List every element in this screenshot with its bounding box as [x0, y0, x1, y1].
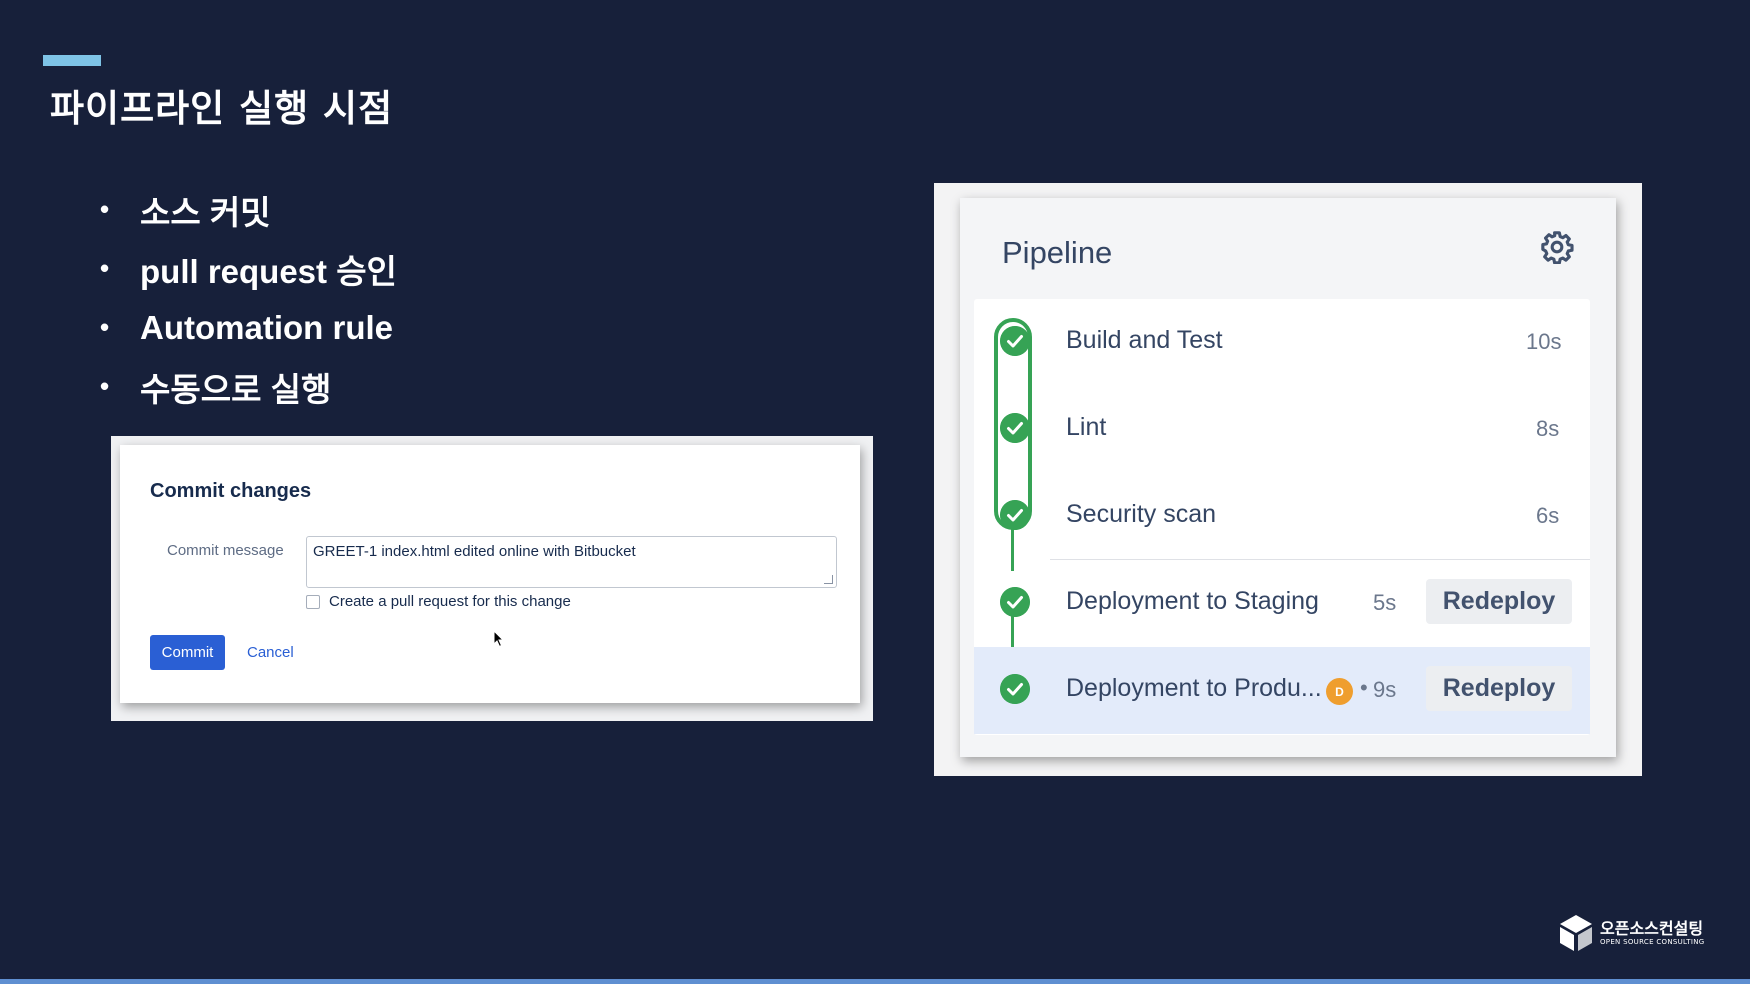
logo-name-korean: 오픈소스컨설팅 [1600, 918, 1704, 938]
pull-request-checkbox[interactable] [306, 594, 320, 609]
bottom-accent-strip [0, 979, 1750, 984]
pipeline-step[interactable]: Deployment to Produ... D • 9s Redeploy [974, 647, 1590, 734]
step-duration: 8s [1536, 416, 1560, 441]
step-duration: 5s [1373, 590, 1397, 615]
mouse-cursor-icon [493, 630, 505, 648]
pipeline-step[interactable]: Security scan 6s [974, 473, 1590, 560]
commit-dialog-title: Commit changes [150, 480, 312, 502]
company-logo: 오픈소스컨설팅 OPEN SOURCE CONSULTING [1557, 913, 1704, 953]
pull-request-option[interactable]: Create a pull request for this change [306, 593, 571, 610]
success-check-icon [1000, 674, 1030, 704]
bullet-text: 수동으로 실행 [140, 370, 332, 408]
step-duration: 6s [1536, 503, 1560, 528]
step-name: Security scan [1066, 500, 1217, 528]
bullet-dot: • [100, 194, 110, 224]
pipeline-screenshot: Pipeline Build and Test 10s Lint 8s Secu… [934, 183, 1642, 776]
commit-dialog: Commit changes Commit message GREET-1 in… [120, 445, 860, 703]
pipeline-panel: Pipeline Build and Test 10s Lint 8s Secu… [960, 198, 1616, 757]
bullet-text: pull request 승인 [140, 252, 397, 290]
bullet-text: Automation rule [140, 308, 393, 346]
commit-message-label: Commit message [167, 542, 284, 559]
user-avatar[interactable]: D [1326, 678, 1353, 705]
bullet-dot: • [100, 371, 110, 401]
pipeline-step[interactable]: Build and Test 10s [974, 299, 1590, 386]
step-name: Build and Test [1066, 326, 1223, 354]
step-duration: 9s [1373, 677, 1397, 702]
bullet-item: • Automation rule [100, 298, 397, 357]
step-name: Deployment to Produ... [1066, 674, 1322, 702]
bullet-dot: • [100, 253, 110, 283]
bullet-item: • 소스 커밋 [100, 180, 397, 239]
commit-button[interactable]: Commit [150, 635, 225, 670]
bullet-dot: • [100, 312, 110, 342]
separator-dot: • [1360, 675, 1368, 700]
step-duration: 10s [1526, 329, 1562, 354]
slide-title: 파이프라인 실행 시점 [50, 87, 394, 130]
success-check-icon [1000, 587, 1030, 617]
pull-request-checkbox-label[interactable]: Create a pull request for this change [329, 593, 571, 610]
pipeline-title: Pipeline [1002, 235, 1113, 270]
pipeline-step[interactable]: Lint 8s [974, 386, 1590, 473]
bullet-text: 소스 커밋 [140, 193, 271, 231]
redeploy-button[interactable]: Redeploy [1426, 579, 1572, 624]
step-name: Lint [1066, 413, 1107, 441]
commit-message-field[interactable]: GREET-1 index.html edited online with Bi… [306, 536, 837, 588]
title-accent-bar [43, 55, 101, 66]
bullet-list: • 소스 커밋 • pull request 승인 • Automation rule… [100, 180, 397, 416]
commit-message-value: GREET-1 index.html edited online with Bi… [313, 543, 636, 560]
gear-icon[interactable] [1540, 230, 1574, 264]
success-check-icon [1000, 326, 1030, 356]
success-check-icon [1000, 413, 1030, 443]
bullet-item: • 수동으로 실행 [100, 357, 397, 416]
step-name: Deployment to Staging [1066, 587, 1319, 615]
bullet-item: • pull request 승인 [100, 239, 397, 298]
logo-name-english: OPEN SOURCE CONSULTING [1600, 937, 1705, 946]
pipeline-step[interactable]: Deployment to Staging 5s Redeploy [974, 560, 1590, 647]
success-check-icon [1000, 500, 1030, 530]
resize-grip-icon[interactable] [824, 575, 833, 584]
commit-dialog-screenshot: Commit changes Commit message GREET-1 in… [111, 436, 873, 721]
logo-text: 오픈소스컨설팅 OPEN SOURCE CONSULTING [1600, 918, 1705, 946]
pipeline-steps: Build and Test 10s Lint 8s Security scan… [974, 299, 1590, 735]
redeploy-button[interactable]: Redeploy [1426, 666, 1572, 711]
cancel-link[interactable]: Cancel [247, 644, 294, 661]
logo-mark-icon [1560, 915, 1592, 951]
